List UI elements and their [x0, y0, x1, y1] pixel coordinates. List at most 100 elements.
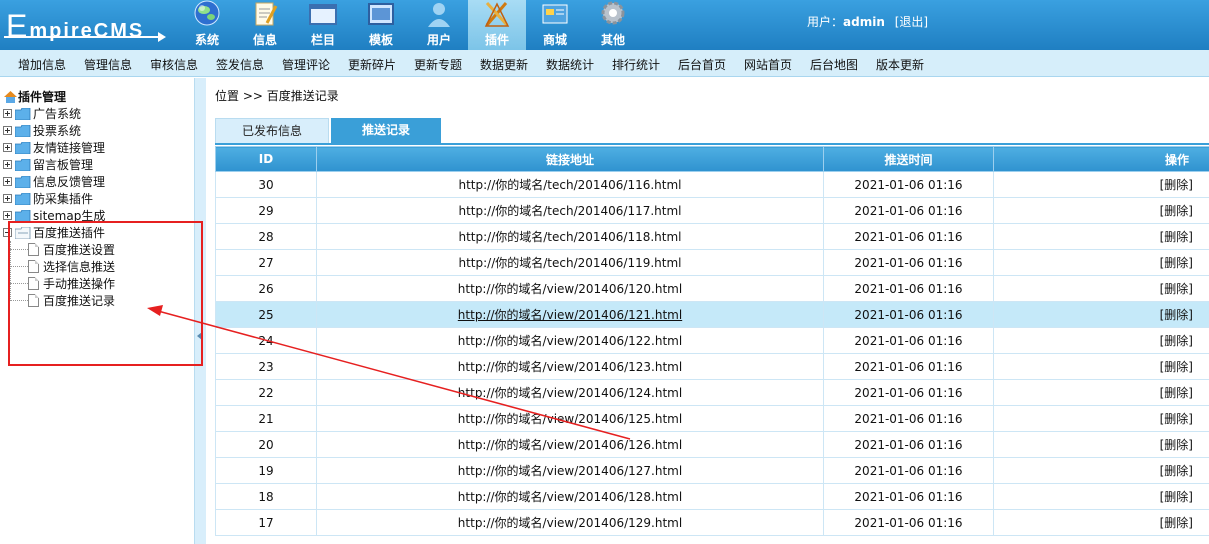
toolbar-add-info[interactable]: 增加信息	[18, 56, 66, 73]
cell-url[interactable]: http://你的域名/view/201406/129.html	[316, 509, 824, 536]
toolbar-version-update[interactable]: 版本更新	[876, 56, 924, 73]
delete-link[interactable]: [删除]	[1160, 438, 1193, 452]
cell-time: 2021-01-06 01:16	[823, 171, 994, 198]
delete-link[interactable]: [删除]	[1160, 230, 1193, 244]
url-link[interactable]: http://你的域名/view/201406/126.html	[458, 438, 682, 452]
tree-item-links[interactable]: 友情链接管理	[3, 139, 105, 156]
expand-icon[interactable]	[3, 160, 12, 169]
cell-url[interactable]: http://你的域名/tech/201406/116.html	[316, 171, 824, 198]
cell-url[interactable]: http://你的域名/view/201406/122.html	[316, 327, 824, 354]
nav-other[interactable]: 其他	[584, 0, 642, 50]
expand-icon[interactable]	[3, 177, 12, 186]
table-row: 18 http://你的域名/view/201406/128.html 2021-0…	[215, 483, 1209, 510]
cell-url[interactable]: http://你的域名/tech/201406/118.html	[316, 223, 824, 250]
nav-user[interactable]: 用户	[410, 0, 468, 50]
nav-plugin-label: 插件	[484, 33, 509, 47]
folder-icon	[15, 158, 31, 171]
toolbar-update-fragments[interactable]: 更新碎片	[348, 56, 396, 73]
delete-link[interactable]: [删除]	[1160, 308, 1193, 322]
collapse-icon[interactable]	[3, 228, 12, 237]
url-link[interactable]: http://你的域名/tech/201406/119.html	[458, 256, 681, 270]
delete-link[interactable]: [删除]	[1160, 386, 1193, 400]
url-link[interactable]: http://你的域名/view/201406/123.html	[458, 360, 682, 374]
cell-url[interactable]: http://你的域名/view/201406/121.html	[316, 301, 824, 328]
cell-url[interactable]: http://你的域名/tech/201406/119.html	[316, 249, 824, 276]
url-link[interactable]: http://你的域名/tech/201406/117.html	[458, 204, 681, 218]
collapse-arrow-icon[interactable]	[197, 332, 202, 340]
toolbar-sign-info[interactable]: 签发信息	[216, 56, 264, 73]
expand-icon[interactable]	[3, 126, 12, 135]
cell-op: [删除]	[993, 171, 1209, 198]
nav-plugin[interactable]: 插件	[468, 0, 526, 50]
tree-item-anticollect[interactable]: 防采集插件	[3, 190, 93, 207]
tree-item-feedback[interactable]: 信息反馈管理	[3, 173, 105, 190]
expand-icon[interactable]	[3, 143, 12, 152]
cell-url[interactable]: http://你的域名/view/201406/128.html	[316, 483, 824, 510]
delete-link[interactable]: [删除]	[1160, 256, 1193, 270]
tree-item-ads[interactable]: 广告系统	[3, 105, 81, 122]
url-link[interactable]: http://你的域名/view/201406/122.html	[458, 334, 682, 348]
tree-child-select-push[interactable]: 选择信息推送	[28, 258, 115, 275]
toolbar-update-topics[interactable]: 更新专题	[414, 56, 462, 73]
cell-url[interactable]: http://你的域名/view/201406/123.html	[316, 353, 824, 380]
logout-link[interactable]: [退出]	[895, 15, 928, 29]
expand-icon[interactable]	[3, 109, 12, 118]
table-row: 23 http://你的域名/view/201406/123.html 2021-0…	[215, 353, 1209, 380]
cell-url[interactable]: http://你的域名/view/201406/124.html	[316, 379, 824, 406]
expand-icon[interactable]	[3, 194, 12, 203]
panel-splitter[interactable]	[194, 78, 206, 544]
cell-url[interactable]: http://你的域名/view/201406/127.html	[316, 457, 824, 484]
cell-id: 25	[215, 301, 317, 328]
tree-child-label: 手动推送操作	[43, 277, 116, 291]
delete-link[interactable]: [删除]	[1160, 516, 1193, 530]
tree-item-baidu-push[interactable]: 百度推送插件	[3, 224, 105, 241]
toolbar-review-info[interactable]: 审核信息	[150, 56, 198, 73]
toolbar-data-stats[interactable]: 数据统计	[546, 56, 594, 73]
nav-system[interactable]: 系统	[178, 0, 236, 50]
nav-template[interactable]: 模板	[352, 0, 410, 50]
url-link[interactable]: http://你的域名/view/201406/125.html	[458, 412, 682, 426]
delete-link[interactable]: [删除]	[1160, 490, 1193, 504]
delete-link[interactable]: [删除]	[1160, 178, 1193, 192]
nav-column[interactable]: 栏目	[294, 0, 352, 50]
delete-link[interactable]: [删除]	[1160, 412, 1193, 426]
url-link[interactable]: http://你的域名/view/201406/124.html	[458, 386, 682, 400]
toolbar-rank-stats[interactable]: 排行统计	[612, 56, 660, 73]
delete-link[interactable]: [删除]	[1160, 204, 1193, 218]
tree-item-vote[interactable]: 投票系统	[3, 122, 81, 139]
tree-root[interactable]: 插件管理	[3, 88, 66, 105]
tree-child-manual-push[interactable]: 手动推送操作	[28, 275, 115, 292]
tree-child-push-records[interactable]: 百度推送记录	[28, 292, 115, 309]
tree-child-push-settings[interactable]: 百度推送设置	[28, 241, 115, 258]
url-link[interactable]: http://你的域名/tech/201406/118.html	[458, 230, 681, 244]
url-link[interactable]: http://你的域名/view/201406/127.html	[458, 464, 682, 478]
tree-item-guestbook[interactable]: 留言板管理	[3, 156, 93, 173]
tree-item-sitemap[interactable]: sitemap生成	[3, 207, 105, 224]
url-link[interactable]: http://你的域名/view/201406/120.html	[458, 282, 682, 296]
tree-item-label: sitemap生成	[33, 209, 106, 223]
cell-url[interactable]: http://你的域名/tech/201406/117.html	[316, 197, 824, 224]
tab-published-info[interactable]: 已发布信息	[215, 118, 329, 143]
toolbar-admin-map[interactable]: 后台地图	[810, 56, 858, 73]
toolbar-admin-home[interactable]: 后台首页	[678, 56, 726, 73]
toolbar-manage-info[interactable]: 管理信息	[84, 56, 132, 73]
toolbar-site-home[interactable]: 网站首页	[744, 56, 792, 73]
cell-url[interactable]: http://你的域名/view/201406/120.html	[316, 275, 824, 302]
cell-url[interactable]: http://你的域名/view/201406/126.html	[316, 431, 824, 458]
cell-id: 18	[215, 483, 317, 510]
tab-push-records[interactable]: 推送记录	[331, 118, 441, 143]
expand-icon[interactable]	[3, 211, 12, 220]
cell-url[interactable]: http://你的域名/view/201406/125.html	[316, 405, 824, 432]
delete-link[interactable]: [删除]	[1160, 282, 1193, 296]
toolbar-manage-comments[interactable]: 管理评论	[282, 56, 330, 73]
nav-shop[interactable]: 商城	[526, 0, 584, 50]
delete-link[interactable]: [删除]	[1160, 360, 1193, 374]
delete-link[interactable]: [删除]	[1160, 334, 1193, 348]
toolbar-data-update[interactable]: 数据更新	[480, 56, 528, 73]
url-link[interactable]: http://你的域名/view/201406/128.html	[458, 490, 682, 504]
url-link[interactable]: http://你的域名/view/201406/121.html	[458, 308, 682, 322]
nav-info[interactable]: 信息	[236, 0, 294, 50]
url-link[interactable]: http://你的域名/view/201406/129.html	[458, 516, 682, 530]
url-link[interactable]: http://你的域名/tech/201406/116.html	[458, 178, 681, 192]
delete-link[interactable]: [删除]	[1160, 464, 1193, 478]
